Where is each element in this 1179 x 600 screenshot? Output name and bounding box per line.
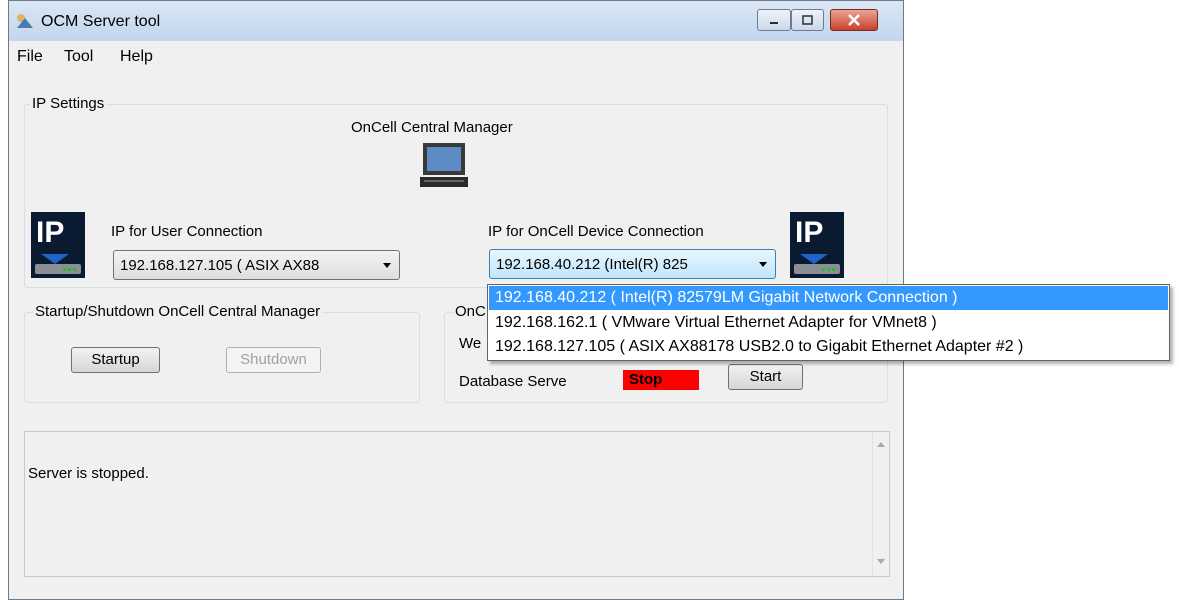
user-connection-value: 192.168.127.105 ( ASIX AX88	[120, 257, 320, 274]
log-text: Server is stopped.	[28, 465, 149, 482]
monitor-icon	[420, 143, 468, 187]
maximize-button[interactable]	[791, 9, 824, 31]
dropdown-arrow-icon	[383, 263, 391, 268]
device-connection-value: 192.168.40.212 (Intel(R) 825	[496, 256, 688, 273]
device-connection-select[interactable]: 192.168.40.212 (Intel(R) 825	[489, 249, 776, 279]
dropdown-option[interactable]: 192.168.162.1 ( VMware Virtual Ethernet …	[489, 311, 1168, 335]
user-connection-label: IP for User Connection	[111, 223, 263, 240]
startup-legend: Startup/Shutdown OnCell Central Manager	[33, 303, 323, 320]
user-ip-icon: IP	[31, 212, 85, 278]
menu-bar: File Tool Help	[9, 41, 903, 71]
dropdown-arrow-icon	[759, 262, 767, 267]
app-icon	[17, 14, 33, 28]
maximize-icon	[802, 15, 813, 25]
database-status-badge: Stop	[623, 370, 699, 390]
device-connection-label: IP for OnCell Device Connection	[488, 223, 704, 240]
startup-button[interactable]: Startup	[71, 347, 160, 373]
scroll-up-icon[interactable]	[877, 442, 885, 447]
dropdown-option[interactable]: 192.168.127.105 ( ASIX AX88178 USB2.0 to…	[489, 335, 1168, 359]
menu-help[interactable]: Help	[120, 48, 153, 66]
dropdown-option[interactable]: 192.168.40.212 ( Intel(R) 82579LM Gigabi…	[489, 286, 1168, 310]
menu-file[interactable]: File	[17, 48, 43, 66]
shutdown-button[interactable]: Shutdown	[226, 347, 321, 373]
scroll-down-icon[interactable]	[877, 559, 885, 564]
close-button[interactable]	[830, 9, 878, 31]
ip-settings-legend: IP Settings	[30, 95, 107, 112]
minimize-button[interactable]	[757, 9, 791, 31]
database-server-label: Database Serve	[459, 373, 567, 390]
device-connection-dropdown-list: 192.168.40.212 ( Intel(R) 82579LM Gigabi…	[487, 284, 1170, 361]
menu-tool[interactable]: Tool	[64, 48, 93, 66]
status-legend: OnC	[453, 303, 488, 320]
minimize-icon	[770, 22, 778, 24]
start-button[interactable]: Start	[728, 364, 803, 390]
web-server-label: We	[459, 335, 482, 352]
manager-label: OnCell Central Manager	[351, 119, 513, 136]
log-scrollbar[interactable]	[872, 432, 889, 576]
close-icon	[848, 14, 860, 26]
title-bar[interactable]: OCM Server tool	[9, 1, 903, 41]
log-textarea[interactable]: Server is stopped.	[24, 431, 890, 577]
user-connection-select[interactable]: 192.168.127.105 ( ASIX AX88	[113, 250, 400, 280]
window-title: OCM Server tool	[41, 13, 161, 30]
device-ip-icon: IP	[790, 212, 844, 278]
